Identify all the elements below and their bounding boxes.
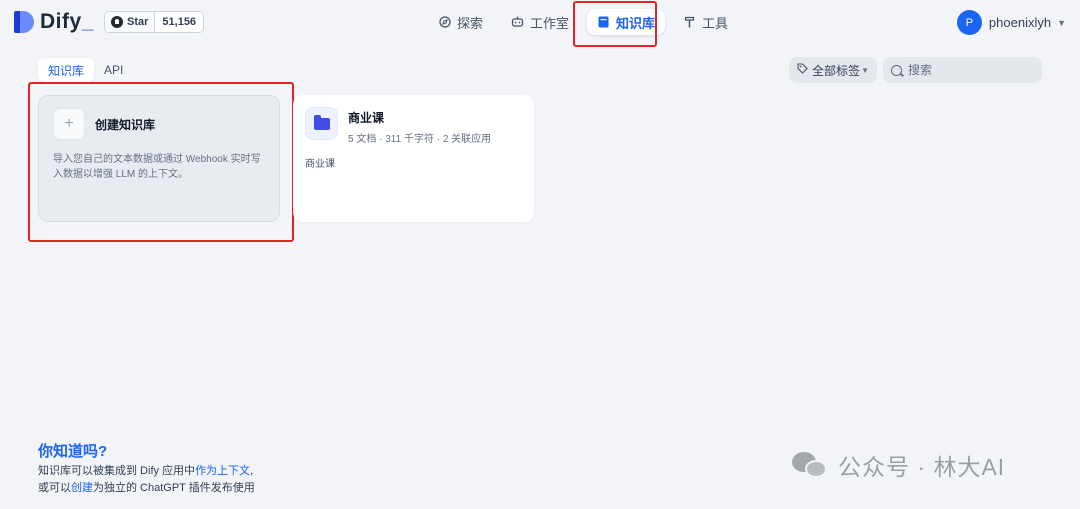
nav-explore-label: 探索 xyxy=(457,15,484,31)
tip-line-1: 知识库可以被集成到 Dify 应用中作为上下文, xyxy=(38,465,254,477)
chevron-down-icon: ▼ xyxy=(861,65,869,75)
folder-icon xyxy=(305,107,338,140)
robot-icon xyxy=(511,16,524,29)
tip-title: 你知道吗? xyxy=(38,443,108,460)
github-star-badge[interactable]: Star 51,156 xyxy=(104,11,205,33)
nav-tools-label: 工具 xyxy=(702,15,729,31)
tip-link-create[interactable]: 创建 xyxy=(71,482,93,494)
wechat-watermark: 公众号 · 林大AI xyxy=(792,448,1005,482)
highlight-box-nav xyxy=(573,1,657,47)
wechat-icon xyxy=(792,450,828,480)
chevron-down-icon: ▼ xyxy=(1057,17,1066,28)
hammer-icon xyxy=(683,16,696,29)
tag-icon xyxy=(797,63,808,77)
logo-text: Dify xyxy=(40,10,82,33)
dataset-card[interactable]: 商业课 5 文档 · 311 千字符 · 2 关联应用 商业课 xyxy=(293,95,534,222)
compass-icon xyxy=(438,16,451,29)
nav-studio-label: 工作室 xyxy=(530,15,570,31)
search-input[interactable] xyxy=(908,63,1028,77)
top-header: Dify_ Star 51,156 探索 工作室 知识库 工具 P phoeni… xyxy=(0,0,1080,44)
avatar: P xyxy=(956,10,982,35)
did-you-know-tip: 你知道吗? 知识库可以被集成到 Dify 应用中作为上下文, 或可以创建为独立的… xyxy=(38,440,255,495)
nav-studio[interactable]: 工作室 xyxy=(501,9,579,35)
tab-api[interactable]: API xyxy=(94,58,133,82)
search-box[interactable] xyxy=(883,57,1042,83)
tag-filter-dropdown[interactable]: 全部标签 ▼ xyxy=(789,57,877,83)
highlight-box-create-card xyxy=(28,82,294,242)
dataset-description: 商业课 xyxy=(305,159,335,170)
nav-tools[interactable]: 工具 xyxy=(673,9,738,35)
search-icon xyxy=(891,64,902,76)
watermark-text: 公众号 · 林大AI xyxy=(838,454,1006,480)
github-star-count: 51,156 xyxy=(155,12,204,32)
tab-knowledge[interactable]: 知识库 xyxy=(38,58,95,82)
github-star-label: Star xyxy=(127,16,149,28)
tag-filter-label: 全部标签 xyxy=(812,63,861,78)
user-menu[interactable]: P phoenixlyh ▼ xyxy=(956,10,1066,35)
tip-line-2: 或可以创建为独立的 ChatGPT 插件发布使用 xyxy=(38,482,255,494)
github-icon xyxy=(111,16,123,28)
dify-logo[interactable]: Dify_ xyxy=(14,10,94,34)
nav-explore[interactable]: 探索 xyxy=(428,9,493,35)
dataset-stats: 5 文档 · 311 千字符 · 2 关联应用 xyxy=(348,134,492,145)
dataset-title: 商业课 xyxy=(348,111,385,125)
dify-logo-icon xyxy=(14,11,34,33)
content-tabs: 知识库 API xyxy=(38,58,133,82)
user-name: phoenixlyh xyxy=(988,15,1052,30)
tip-link-context[interactable]: 作为上下文 xyxy=(195,465,250,477)
